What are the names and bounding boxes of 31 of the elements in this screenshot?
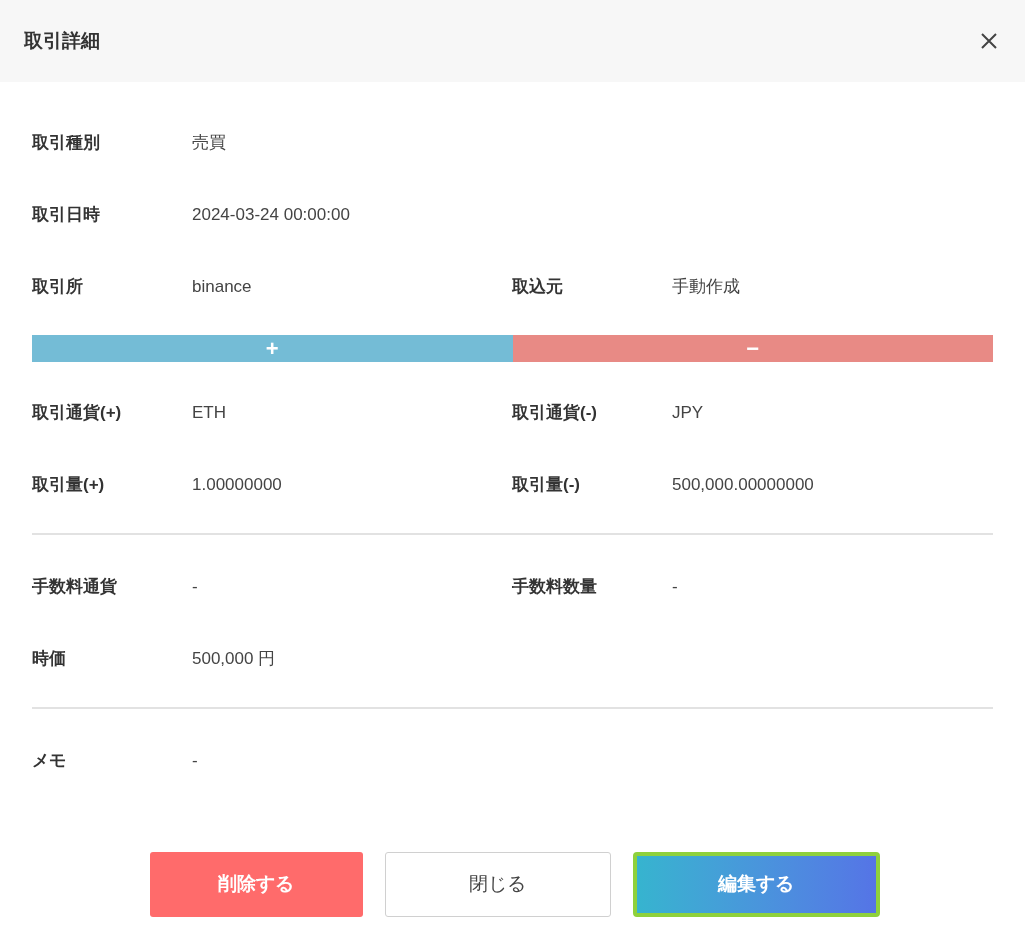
field-label: 取引種別 [32, 132, 101, 155]
field-label: 取引通貨(+) [32, 402, 123, 425]
field-value: 500,000.00000000 [672, 474, 814, 497]
close-dialog-button[interactable]: 閉じる [384, 852, 611, 917]
field-value: 手動作成 [672, 276, 740, 299]
field-value: 500,000 円 [192, 648, 276, 671]
field-label: 取引日時 [32, 204, 101, 227]
field-value: ETH [192, 402, 226, 425]
field-value: 1.00000000 [192, 474, 282, 497]
field-label: 取引所 [32, 276, 84, 299]
field-value: 売買 [192, 132, 226, 155]
field-label: 取引通貨(-) [512, 402, 598, 425]
field-value: - [192, 576, 198, 599]
field-label: 手数料通貨 [32, 576, 118, 599]
field-value: - [672, 576, 678, 599]
field-value: binance [192, 276, 252, 299]
edit-button[interactable]: 編集する [632, 852, 880, 917]
close-icon [980, 32, 998, 50]
dialog-title: 取引詳細 [24, 28, 100, 53]
field-label: メモ [32, 750, 67, 773]
field-label: 取引量(-) [512, 474, 581, 497]
delete-button[interactable]: 削除する [149, 852, 363, 917]
field-value: 2024-03-24 00:00:00 [192, 204, 350, 227]
field-value: JPY [672, 402, 704, 425]
field-label: 取込元 [512, 276, 564, 299]
field-label: 手数料数量 [512, 576, 598, 599]
direction-bar: + [32, 335, 513, 362]
field-value: - [192, 750, 198, 773]
field-label: 取引量(+) [32, 474, 106, 497]
field-label: 時価 [32, 648, 67, 671]
direction-bar: − [512, 335, 993, 362]
